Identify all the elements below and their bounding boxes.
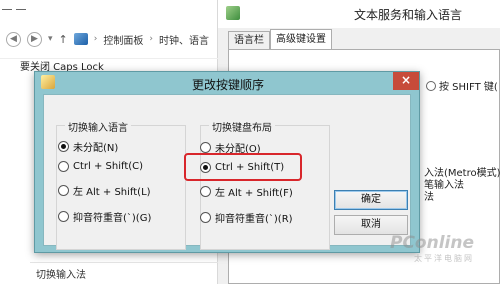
- radio-label: 抑音符重音(`)(R): [215, 214, 293, 225]
- breadcrumb-separator-icon: ›: [149, 34, 153, 44]
- text-services-titlebar: 文本服务和输入语言: [218, 0, 500, 28]
- group-legend: 切换键盘布局: [209, 119, 275, 134]
- watermark-logo: PConline 太平洋电脑网: [390, 233, 474, 264]
- radio-button[interactable]: [58, 185, 69, 196]
- shift-option-label: 按 SHIFT 键(: [439, 82, 498, 93]
- radio-lang-ctrl-shift[interactable]: Ctrl + Shift(C): [58, 161, 143, 172]
- cancel-button[interactable]: 取消: [334, 215, 408, 235]
- radio-lang-grave-accent[interactable]: 抑音符重音(`)(G): [58, 209, 151, 224]
- switch-input-method-label: 切换输入法: [36, 270, 86, 281]
- radio-label: 抑音符重音(`)(G): [73, 213, 152, 224]
- radio-label: 左 Alt + Shift(F): [215, 188, 293, 199]
- hotkey-list-item[interactable]: 法: [424, 188, 434, 203]
- radio-layout-grave-accent[interactable]: 抑音符重音(`)(R): [200, 210, 293, 225]
- up-arrow-icon[interactable]: ↑: [59, 33, 68, 46]
- group-legend: 切换输入语言: [65, 119, 131, 134]
- radio-button[interactable]: [200, 142, 211, 153]
- close-button[interactable]: ×: [393, 72, 419, 90]
- shift-key-option[interactable]: 按 SHIFT 键(: [426, 78, 498, 93]
- address-bar: ◀ ▶ ▾ ↑ › 控制面板 › 时钟、语言: [6, 29, 216, 49]
- breadcrumb-control-panel[interactable]: 控制面板: [103, 32, 143, 47]
- breadcrumb-separator-icon: ›: [93, 34, 98, 44]
- text-services-tabs: 语言栏 高级键设置: [228, 29, 332, 49]
- tab-language-bar[interactable]: 语言栏: [228, 31, 270, 49]
- breadcrumb-clock-language[interactable]: 时钟、语言: [159, 32, 209, 47]
- restore-icon[interactable]: [16, 2, 26, 10]
- tab-advanced-key-settings[interactable]: 高级键设置: [270, 29, 332, 49]
- ok-button[interactable]: 确定: [334, 190, 408, 210]
- radio-label: 左 Alt + Shift(L): [73, 187, 151, 198]
- radio-button[interactable]: [200, 186, 211, 197]
- keyboard-icon: [226, 6, 240, 20]
- watermark-sub: 太平洋电脑网: [414, 254, 475, 263]
- radio-label: 未分配(N): [73, 143, 119, 154]
- minimize-icon[interactable]: [2, 2, 12, 10]
- recent-dropdown-icon[interactable]: ▾: [48, 34, 53, 44]
- radio-layout-left-alt-shift[interactable]: 左 Alt + Shift(F): [200, 184, 293, 199]
- shift-radio[interactable]: [426, 80, 436, 91]
- radio-button[interactable]: [58, 161, 69, 172]
- forward-icon[interactable]: ▶: [27, 31, 42, 47]
- radio-lang-left-alt-shift[interactable]: 左 Alt + Shift(L): [58, 183, 151, 198]
- radio-button[interactable]: [58, 211, 69, 222]
- radio-button[interactable]: [58, 141, 69, 152]
- text-services-title: 文本服务和输入语言: [354, 8, 463, 22]
- radio-button[interactable]: [200, 212, 211, 223]
- highlight-box: [184, 153, 302, 181]
- watermark-main: PConline: [390, 233, 475, 253]
- radio-label: Ctrl + Shift(C): [73, 161, 144, 172]
- back-icon[interactable]: ◀: [6, 31, 21, 47]
- divider: [30, 262, 218, 263]
- dialog-title: 更改按键顺序: [191, 78, 264, 92]
- radio-lang-unassigned[interactable]: 未分配(N): [58, 139, 118, 154]
- control-panel-icon: [73, 33, 88, 45]
- window-controls: [2, 2, 26, 10]
